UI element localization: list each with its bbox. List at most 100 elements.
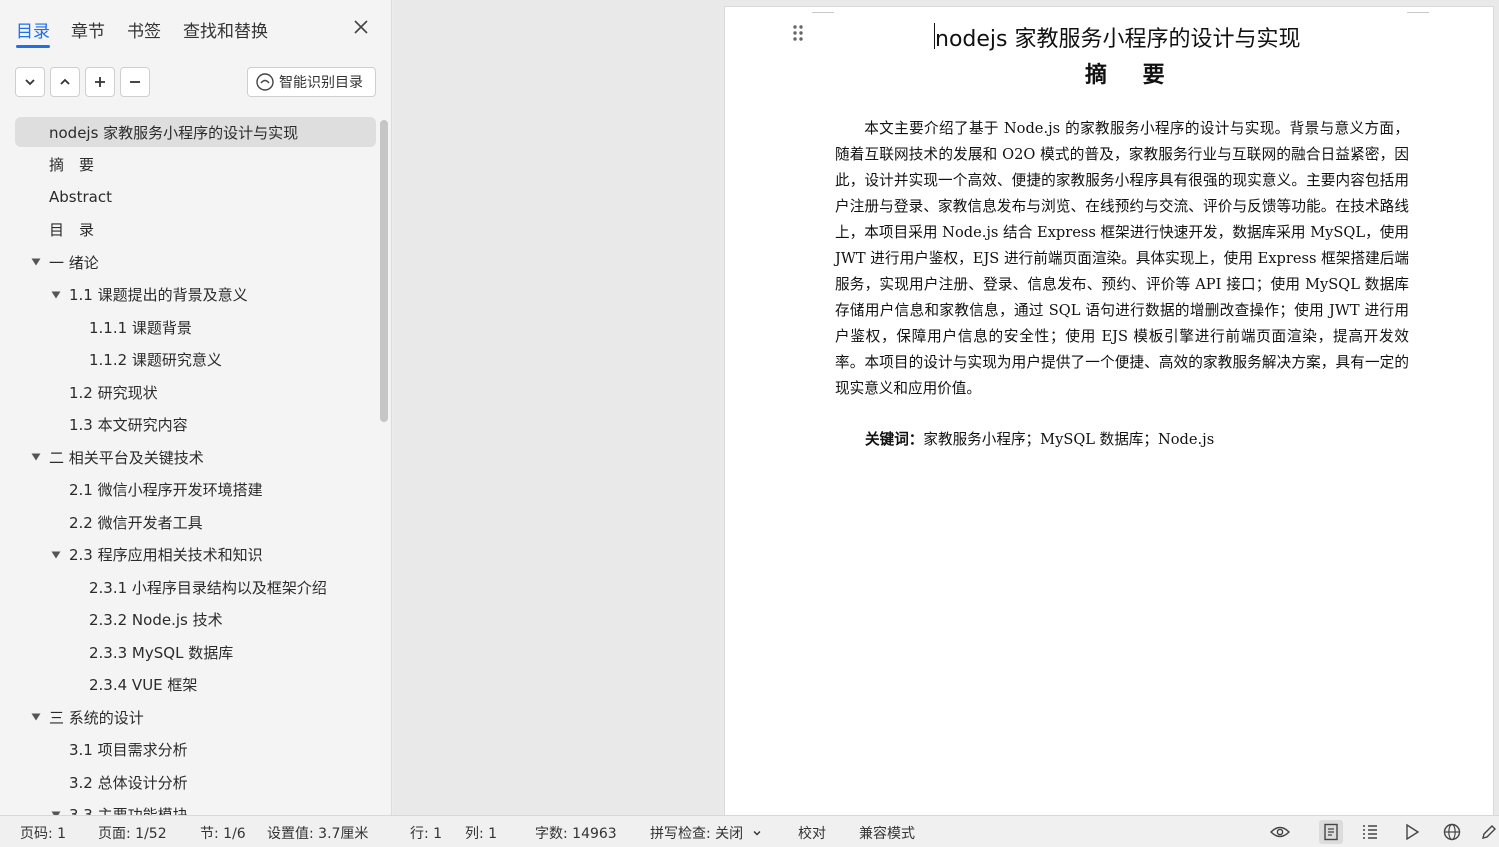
toc-list: nodejs 家教服务小程序的设计与实现摘 要 Abstract 目 录一 绪论 1.… [0, 115, 391, 815]
nav-tabs: 目录 章节 书签 查找和替换 [0, 0, 391, 54]
toc-item[interactable]: 1.1 课题提出的背景及意义 [15, 280, 376, 310]
caret-down-icon[interactable] [30, 451, 42, 463]
toc-item[interactable]: 2.3.2 Node.js 技术 [15, 605, 376, 635]
toc-item-label: Abstract [49, 188, 112, 206]
smart-toc-label: 智能识别目录 [279, 75, 363, 91]
toc-item[interactable]: 3.3 主要功能模块 [15, 800, 376, 815]
toc-item[interactable]: 1.1.2 课题研究意义 [15, 345, 376, 375]
toc-item[interactable]: 二 相关平台及关键技术 [15, 442, 376, 472]
chevron-up-icon [60, 78, 70, 85]
toc-item-label: 三 系统的设计 [49, 708, 144, 727]
toc-item[interactable]: 2.2 微信开发者工具 [15, 507, 376, 537]
keywords-line[interactable]: 关键词：家教服务小程序；MySQL 数据库；Node.js [865, 428, 1214, 449]
status-section: 节: 1/6 [200, 826, 246, 842]
toc-item[interactable]: 3.2 总体设计分析 [15, 767, 376, 797]
plus-icon [95, 77, 105, 87]
toc-item-label: 一 绪论 [49, 253, 99, 272]
toc-item[interactable]: 2.3.1 小程序目录结构以及框架介绍 [15, 572, 376, 602]
toc-item-label: 3.2 总体设计分析 [69, 773, 188, 792]
status-compat-mode: 兼容模式 [859, 826, 915, 842]
toc-item[interactable]: 2.3 程序应用相关技术和知识 [15, 540, 376, 570]
expand-up-button[interactable] [50, 67, 80, 97]
document-title[interactable]: nodejs 家教服务小程序的设计与实现 [935, 21, 1300, 53]
toc-item-label: 1.3 本文研究内容 [69, 416, 188, 434]
toc-item-label: 摘 要 [49, 156, 95, 174]
keywords-label: 关键词： [865, 431, 924, 448]
toc-item[interactable]: 2.3.4 VUE 框架 [15, 670, 376, 700]
navigation-pane: 目录 章节 书签 查找和替换 智能识别目录 nodejs 家教服务小程序的设计与… [0, 0, 392, 815]
status-word-count[interactable]: 字数: 14963 [535, 823, 617, 843]
drag-handle-icon[interactable] [792, 24, 804, 42]
play-icon[interactable] [1400, 820, 1424, 844]
status-page[interactable]: 页面: 1/52 [98, 823, 167, 843]
pen-icon[interactable] [1477, 820, 1499, 844]
status-col: 列: 1 [465, 826, 498, 842]
toc-scrollbar[interactable] [380, 120, 388, 422]
web-view-icon[interactable] [1440, 820, 1464, 844]
status-setting-value: 设置值: 3.7厘米 [267, 826, 369, 842]
add-heading-button[interactable] [85, 67, 115, 97]
toc-item-label: 3.1 项目需求分析 [69, 741, 188, 759]
outline-view-icon[interactable] [1358, 820, 1382, 844]
spell-check-label: 拼写检查: 关闭 [650, 826, 744, 842]
caret-down-icon[interactable] [50, 549, 62, 561]
status-row: 行: 1 [410, 826, 443, 842]
toc-item-label: 二 相关平台及关键技术 [49, 448, 204, 467]
toc-item[interactable]: 1.1.1 课题背景 [15, 312, 376, 342]
toc-item[interactable]: 2.1 微信小程序开发环境搭建 [15, 475, 376, 505]
toc-item[interactable]: Abstract [15, 182, 376, 212]
tab-bookmarks[interactable]: 书签 [127, 17, 161, 42]
toc-item-label: 2.3.4 VUE 框架 [89, 676, 198, 694]
tab-toc[interactable]: 目录 [16, 17, 50, 48]
toc-item-label: 2.3 程序应用相关技术和知识 [69, 546, 263, 564]
remove-heading-button[interactable] [120, 67, 150, 97]
toc-item[interactable]: 三 系统的设计 [15, 702, 376, 732]
proofread-button[interactable]: 校对 [798, 823, 826, 843]
status-page-code: 页码: 1 [20, 826, 67, 842]
toc-toolbar: 智能识别目录 [0, 64, 391, 100]
toc-item[interactable]: 目 录 [15, 215, 376, 245]
toc-item-label: 2.1 微信小程序开发环境搭建 [69, 481, 263, 499]
toc-item-label: 1.1 课题提出的背景及意义 [69, 286, 248, 304]
tab-find-replace[interactable]: 查找和替换 [183, 17, 268, 42]
spell-check-toggle[interactable]: 拼写检查: 关闭 [650, 823, 762, 843]
status-bar: 页码: 1 页面: 1/52 节: 1/6 设置值: 3.7厘米 行: 1 列:… [0, 815, 1499, 847]
tab-chapters[interactable]: 章节 [71, 17, 105, 42]
page-corner-mark-right [1407, 7, 1429, 13]
keywords-value: 家教服务小程序；MySQL 数据库；Node.js [923, 431, 1215, 448]
minus-icon [130, 81, 140, 83]
page-corner-mark-left [812, 7, 834, 13]
toc-item-label: nodejs 家教服务小程序的设计与实现 [49, 123, 299, 142]
toc-item[interactable]: 3.1 项目需求分析 [15, 735, 376, 765]
toc-item[interactable]: nodejs 家教服务小程序的设计与实现 [15, 117, 376, 147]
toc-item-label: 1.1.1 课题背景 [89, 318, 192, 337]
toc-item[interactable]: 摘 要 [15, 150, 376, 180]
toc-item-label: 2.3.1 小程序目录结构以及框架介绍 [89, 578, 327, 597]
chevron-down-icon [25, 79, 35, 86]
document-area: nodejs 家教服务小程序的设计与实现 摘 要 本文主要介绍了基于 Node.… [393, 0, 1499, 815]
toc-item-label: 2.3.3 MySQL 数据库 [89, 643, 234, 662]
abstract-body[interactable]: 本文主要介绍了基于 Node.js 的家教服务小程序的设计与实现。背景与意义方面… [835, 116, 1409, 402]
abstract-heading[interactable]: 摘 要 [1085, 57, 1179, 89]
caret-down-icon[interactable] [30, 256, 42, 268]
toc-item-label: 1.2 研究现状 [69, 383, 158, 402]
toc-item[interactable]: 1.2 研究现状 [15, 377, 376, 407]
eye-icon[interactable] [1268, 820, 1292, 844]
smart-recognize-icon [256, 73, 274, 91]
toc-item[interactable]: 1.3 本文研究内容 [15, 410, 376, 440]
toc-item-label: 1.1.2 课题研究意义 [89, 351, 222, 369]
collapse-down-button[interactable] [15, 67, 45, 97]
page-view-icon[interactable] [1319, 820, 1343, 844]
document-page[interactable]: nodejs 家教服务小程序的设计与实现 摘 要 本文主要介绍了基于 Node.… [724, 6, 1494, 815]
toc-item-label: 2.2 微信开发者工具 [69, 513, 203, 532]
caret-down-icon[interactable] [50, 289, 62, 301]
toc-item[interactable]: 一 绪论 [15, 247, 376, 277]
toc-item-label: 目 录 [49, 221, 95, 239]
toc-item[interactable]: 2.3.3 MySQL 数据库 [15, 637, 376, 667]
toc-item-label: 3.3 主要功能模块 [69, 806, 188, 815]
chevron-down-icon [753, 831, 761, 836]
toc-item-label: 2.3.2 Node.js 技术 [89, 611, 223, 629]
close-icon[interactable] [350, 16, 372, 38]
caret-down-icon[interactable] [30, 711, 42, 723]
smart-toc-button[interactable]: 智能识别目录 [247, 67, 376, 97]
